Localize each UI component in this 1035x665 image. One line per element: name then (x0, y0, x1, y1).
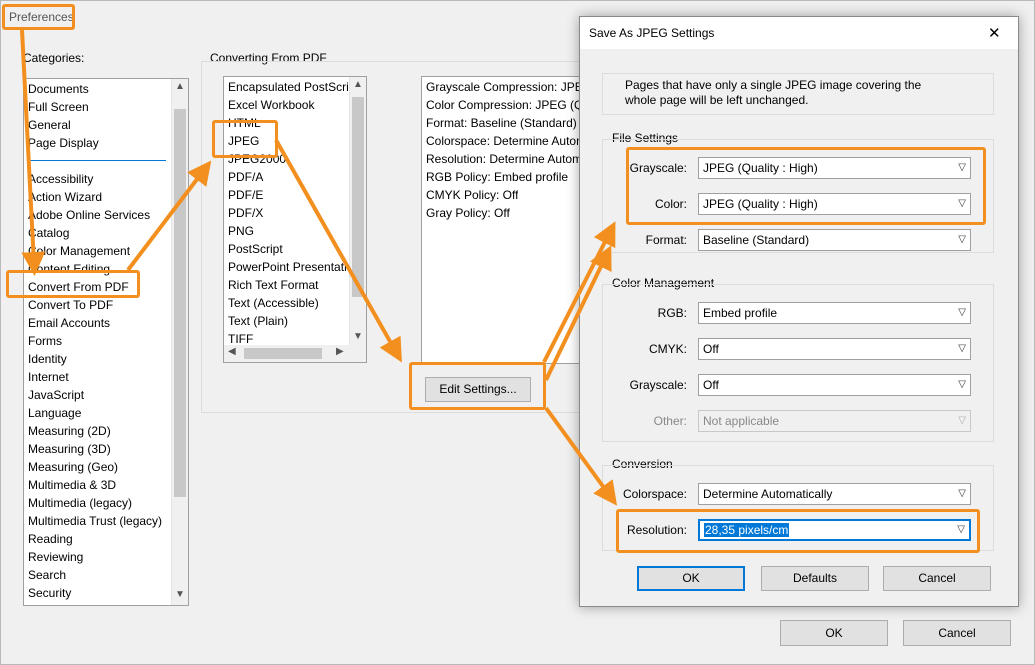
arrow-convert-to-jpeg (126, 160, 212, 272)
arrow-edit-to-file-settings (542, 221, 616, 363)
arrow-edit-to-format (544, 245, 612, 381)
arrow-title-to-convert (20, 29, 46, 276)
arrow-edit-to-conversion (544, 406, 618, 506)
annotation-arrows (20, 29, 618, 506)
arrow-jpeg-to-edit (274, 139, 402, 363)
